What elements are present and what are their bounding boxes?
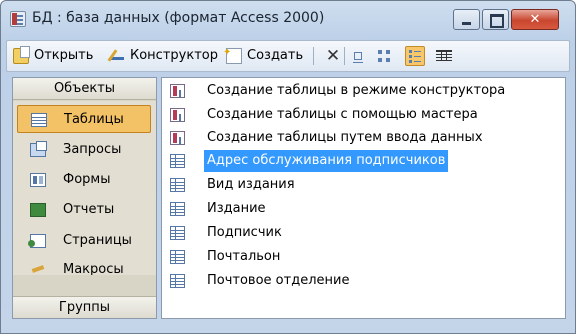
table-icon (170, 250, 185, 264)
title-bar[interactable]: БД : база данных (формат Access 2000) ✕ (1, 1, 575, 39)
object-forms[interactable]: Формы (17, 166, 151, 194)
list-item-label: Вид издания (207, 177, 295, 192)
maximize-button[interactable] (482, 9, 509, 30)
objects-bar: Объекты Таблицы Запросы Формы Отчеты Стр… (12, 77, 157, 319)
object-list: Создание таблицы в режиме конструктора С… (161, 77, 566, 319)
macro-icon (30, 263, 46, 275)
object-label: Формы (63, 172, 111, 187)
object-label: Таблицы (64, 112, 124, 127)
form-icon (30, 173, 46, 187)
database-window: БД : база данных (формат Access 2000) ✕ … (0, 0, 576, 334)
list-item-label: Создание таблицы с помощью мастера (207, 107, 478, 122)
object-tables[interactable]: Таблицы (17, 105, 151, 133)
database-icon[interactable] (10, 11, 26, 27)
new-label: Создать (247, 48, 304, 63)
object-reports[interactable]: Отчеты (17, 196, 151, 224)
list-item-label: Создание таблицы в режиме конструктора (207, 83, 506, 98)
design-icon (109, 48, 125, 64)
wizard-icon (170, 108, 185, 122)
objects-header[interactable]: Объекты (13, 78, 156, 100)
table-icon (170, 202, 185, 216)
close-icon: ✕ (529, 12, 541, 27)
list-item-label: Адрес обслуживания подписчиков (204, 150, 449, 172)
toolbar-separator (313, 47, 314, 65)
open-button[interactable]: Открыть (13, 46, 105, 66)
object-label: Запросы (63, 142, 122, 157)
groups-header[interactable]: Группы (13, 296, 156, 318)
delete-icon[interactable]: ✕ (323, 46, 343, 66)
design-label: Конструктор (130, 48, 218, 63)
new-button[interactable]: Создать (223, 43, 306, 66)
list-item-label: Создание таблицы путем ввода данных (207, 130, 483, 145)
page-icon (28, 234, 46, 248)
toolbar: Открыть Конструктор Создать ✕ (6, 40, 570, 72)
details-view-icon[interactable] (434, 46, 454, 66)
toolbar-separator (344, 47, 345, 65)
table-icon (170, 154, 185, 168)
object-label: Макросы (63, 262, 124, 275)
close-button[interactable]: ✕ (511, 9, 559, 30)
large-icons-view-icon[interactable] (349, 46, 369, 66)
small-icons-view-icon[interactable] (375, 46, 395, 66)
object-queries[interactable]: Запросы (17, 136, 151, 164)
list-item-label: Издание (207, 201, 266, 216)
object-pages[interactable]: Страницы (17, 227, 151, 255)
table-icon (31, 113, 47, 127)
object-label: Отчеты (63, 202, 115, 217)
list-view-icon[interactable] (405, 46, 425, 66)
list-item-label: Подписчик (207, 225, 282, 240)
table-icon (170, 274, 185, 288)
design-button[interactable]: Конструктор (109, 46, 223, 66)
table-icon (170, 226, 185, 240)
table-icon (170, 178, 185, 192)
new-icon (223, 43, 242, 64)
list-item-label: Почтальон (207, 249, 281, 264)
minimize-button[interactable] (453, 9, 480, 30)
object-macros[interactable]: Макросы (17, 256, 151, 275)
object-label: Страницы (63, 233, 132, 248)
open-icon (13, 46, 30, 64)
wizard-icon (170, 84, 185, 98)
objects-list: Таблицы Запросы Формы Отчеты Страницы Ма… (13, 101, 156, 275)
open-label: Открыть (34, 48, 94, 63)
wizard-icon (170, 131, 185, 145)
list-item-label: Почтовое отделение (207, 273, 350, 288)
report-icon (30, 203, 46, 217)
window-title: БД : база данных (формат Access 2000) (32, 10, 325, 26)
query-icon (30, 141, 47, 157)
